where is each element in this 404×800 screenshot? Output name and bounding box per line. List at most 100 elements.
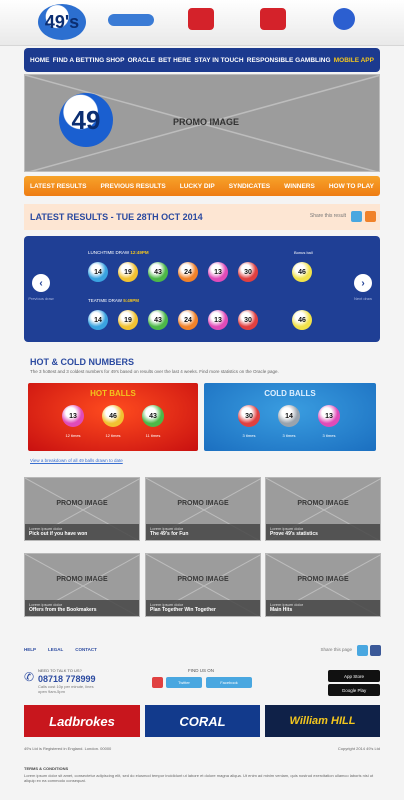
teatime-ball: 30 xyxy=(238,310,258,330)
footer-twitter-icon[interactable] xyxy=(357,645,368,656)
footer-links: HELP LEGAL CONTACT xyxy=(24,647,97,652)
prev-draw-arrow-icon[interactable]: ‹ xyxy=(32,274,50,292)
results-title: LATEST RESULTS - TUE 28TH OCT 2014 xyxy=(30,212,203,222)
nav-responsible-gambling[interactable]: RESPONSIBLE GAMBLING xyxy=(247,57,331,64)
tab-how-to-play[interactable]: HOW TO PLAY xyxy=(329,183,374,190)
site-logo[interactable]: 49's xyxy=(38,4,86,40)
partner-badge-1[interactable] xyxy=(188,8,214,30)
nav-mobile-app[interactable]: MOBILE APP xyxy=(334,57,374,64)
hero-logo: 49 's xyxy=(59,93,169,147)
promo-label: PROMO IMAGE xyxy=(297,576,349,583)
app-store-badge[interactable]: App Store xyxy=(328,670,380,682)
hot-ball: 46 xyxy=(102,405,124,427)
footer-legal-link[interactable]: LEGAL xyxy=(48,647,63,652)
top-promo-pill[interactable] xyxy=(108,14,154,26)
sub-nav: LATEST RESULTS PREVIOUS RESULTS LUCKY DI… xyxy=(24,176,380,196)
hot-ball-caption: 11 times xyxy=(145,433,161,438)
logo-text: 49's xyxy=(44,11,80,32)
google-play-badge[interactable]: Google Play xyxy=(328,684,380,696)
lunchtime-ball: 13 xyxy=(208,262,228,282)
promo-label: PROMO IMAGE xyxy=(177,500,229,507)
lunchtime-ball: 19 xyxy=(118,262,138,282)
promo-caption: Lorem ipsum dolor Prove 49's statistics xyxy=(266,524,380,540)
promo-card[interactable]: PROMO IMAGE Lorem ipsum dolor Plan Togethe… xyxy=(145,553,261,617)
breakdown-link[interactable]: View a breakdown of all 49 balls drawn t… xyxy=(30,458,123,463)
teatime-ball: 24 xyxy=(178,310,198,330)
results-header: LATEST RESULTS - TUE 28TH OCT 2014 Share… xyxy=(24,204,380,230)
promo-title: The 49's for Fun xyxy=(150,531,189,537)
nav-oracle[interactable]: ORACLE xyxy=(128,57,155,64)
lunchtime-ball: 24 xyxy=(178,262,198,282)
promo-card[interactable]: PROMO IMAGE Lorem ipsum dolor Main Hits xyxy=(265,553,381,617)
promo-caption: Lorem ipsum dolor Offers from the Bookmak… xyxy=(25,600,139,616)
promo-caption: Lorem ipsum dolor Pick out if you have wo… xyxy=(25,524,139,540)
promo-caption: Lorem ipsum dolor Main Hits xyxy=(266,600,380,616)
cold-ball-caption: 3 times xyxy=(242,433,256,438)
twitter-follow-button[interactable]: Twitter xyxy=(166,677,202,688)
youtube-icon[interactable] xyxy=(152,677,163,688)
cold-ball-caption: 3 times xyxy=(282,433,296,438)
footer-share-label: Share this page xyxy=(320,647,352,652)
twitter-share-icon[interactable] xyxy=(351,211,362,222)
promo-card[interactable]: PROMO IMAGE Lorem ipsum dolor Offers from … xyxy=(24,553,140,617)
hot-balls-title: HOT BALLS xyxy=(90,389,136,398)
teatime-bonus-ball: 46 xyxy=(292,310,312,330)
promo-title: Plan Together Win Together xyxy=(150,607,216,613)
legal-body: Lorem ipsum dolor sit amet, consectetur … xyxy=(24,773,374,783)
hero-label: PROMO IMAGE xyxy=(173,117,240,127)
nav-home[interactable]: HOME xyxy=(30,57,50,64)
teatime-label: TEATIME DRAW 5:49PM xyxy=(88,298,140,303)
tab-syndicates[interactable]: SYNDICATES xyxy=(229,183,270,190)
prev-draw-caption: Previous draw xyxy=(28,296,54,301)
promo-card[interactable]: PROMO IMAGE Lorem ipsum dolor Pick out if … xyxy=(24,477,140,541)
results-panel: ‹ Previous draw › Next draw LUNCHTIME DR… xyxy=(24,236,380,342)
footer-help-link[interactable]: HELP xyxy=(24,647,36,652)
promo-label: PROMO IMAGE xyxy=(297,500,349,507)
teatime-ball: 13 xyxy=(208,310,228,330)
hot-cold-title: HOT & COLD NUMBERS xyxy=(30,357,134,367)
cold-ball: 14 xyxy=(278,405,300,427)
tab-lucky-dip[interactable]: LUCKY DIP xyxy=(180,183,215,190)
coral-logo[interactable]: CORAL xyxy=(145,705,260,737)
partner-badge-2[interactable] xyxy=(260,8,286,30)
tab-previous-results[interactable]: PREVIOUS RESULTS xyxy=(100,183,165,190)
legal-title: TERMS & CONDITIONS xyxy=(24,766,69,771)
facebook-share-icon[interactable] xyxy=(365,211,376,222)
tab-latest-results[interactable]: LATEST RESULTS xyxy=(30,183,86,190)
hot-ball: 43 xyxy=(142,405,164,427)
promo-label: PROMO IMAGE xyxy=(56,500,108,507)
hot-cold-description: The 3 hottest and 3 coldest numbers for … xyxy=(30,369,279,374)
william-hill-logo[interactable]: William HILL xyxy=(265,705,380,737)
promo-caption: Lorem ipsum dolor Plan Together Win Toget… xyxy=(146,600,260,616)
footer-contact-link[interactable]: CONTACT xyxy=(75,647,97,652)
promo-label: PROMO IMAGE xyxy=(177,576,229,583)
cold-ball: 30 xyxy=(238,405,260,427)
partner-badge-3[interactable] xyxy=(333,8,355,30)
cold-ball: 13 xyxy=(318,405,340,427)
hero-logo-ball: 49 xyxy=(59,93,113,147)
promo-card[interactable]: PROMO IMAGE Lorem ipsum dolor Prove 49's s… xyxy=(265,477,381,541)
phone-heading: NEED TO TALK TO US? xyxy=(38,668,82,673)
nav-stay-in-touch[interactable]: STAY IN TOUCH xyxy=(194,57,243,64)
teatime-ball: 43 xyxy=(148,310,168,330)
teatime-ball: 19 xyxy=(118,310,138,330)
cold-balls-title: COLD BALLS xyxy=(264,389,316,398)
nav-find-shop[interactable]: FIND A BETTING SHOP xyxy=(53,57,125,64)
follow-us-label: FIND US ON xyxy=(188,668,215,673)
phone-icon: ✆ xyxy=(24,670,35,684)
tab-winners[interactable]: WINNERS xyxy=(284,183,315,190)
next-draw-arrow-icon[interactable]: › xyxy=(354,274,372,292)
ladbrokes-logo[interactable]: Ladbrokes xyxy=(24,705,140,737)
facebook-follow-button[interactable]: Facebook xyxy=(206,677,252,688)
promo-caption: Lorem ipsum dolor The 49's for Fun xyxy=(146,524,260,540)
phone-number[interactable]: 08718 778999 xyxy=(38,674,96,684)
promo-card[interactable]: PROMO IMAGE Lorem ipsum dolor The 49's for… xyxy=(145,477,261,541)
lunchtime-bonus-ball: 46 xyxy=(292,262,312,282)
lunchtime-ball: 30 xyxy=(238,262,258,282)
hero-banner[interactable]: 49 's PROMO IMAGE xyxy=(24,74,380,172)
footer-facebook-icon[interactable] xyxy=(370,645,381,656)
promo-label: PROMO IMAGE xyxy=(56,576,108,583)
nav-bet-here[interactable]: BET HERE xyxy=(158,57,191,64)
promo-title: Pick out if you have won xyxy=(29,531,88,537)
promo-title: Offers from the Bookmakers xyxy=(29,607,97,613)
